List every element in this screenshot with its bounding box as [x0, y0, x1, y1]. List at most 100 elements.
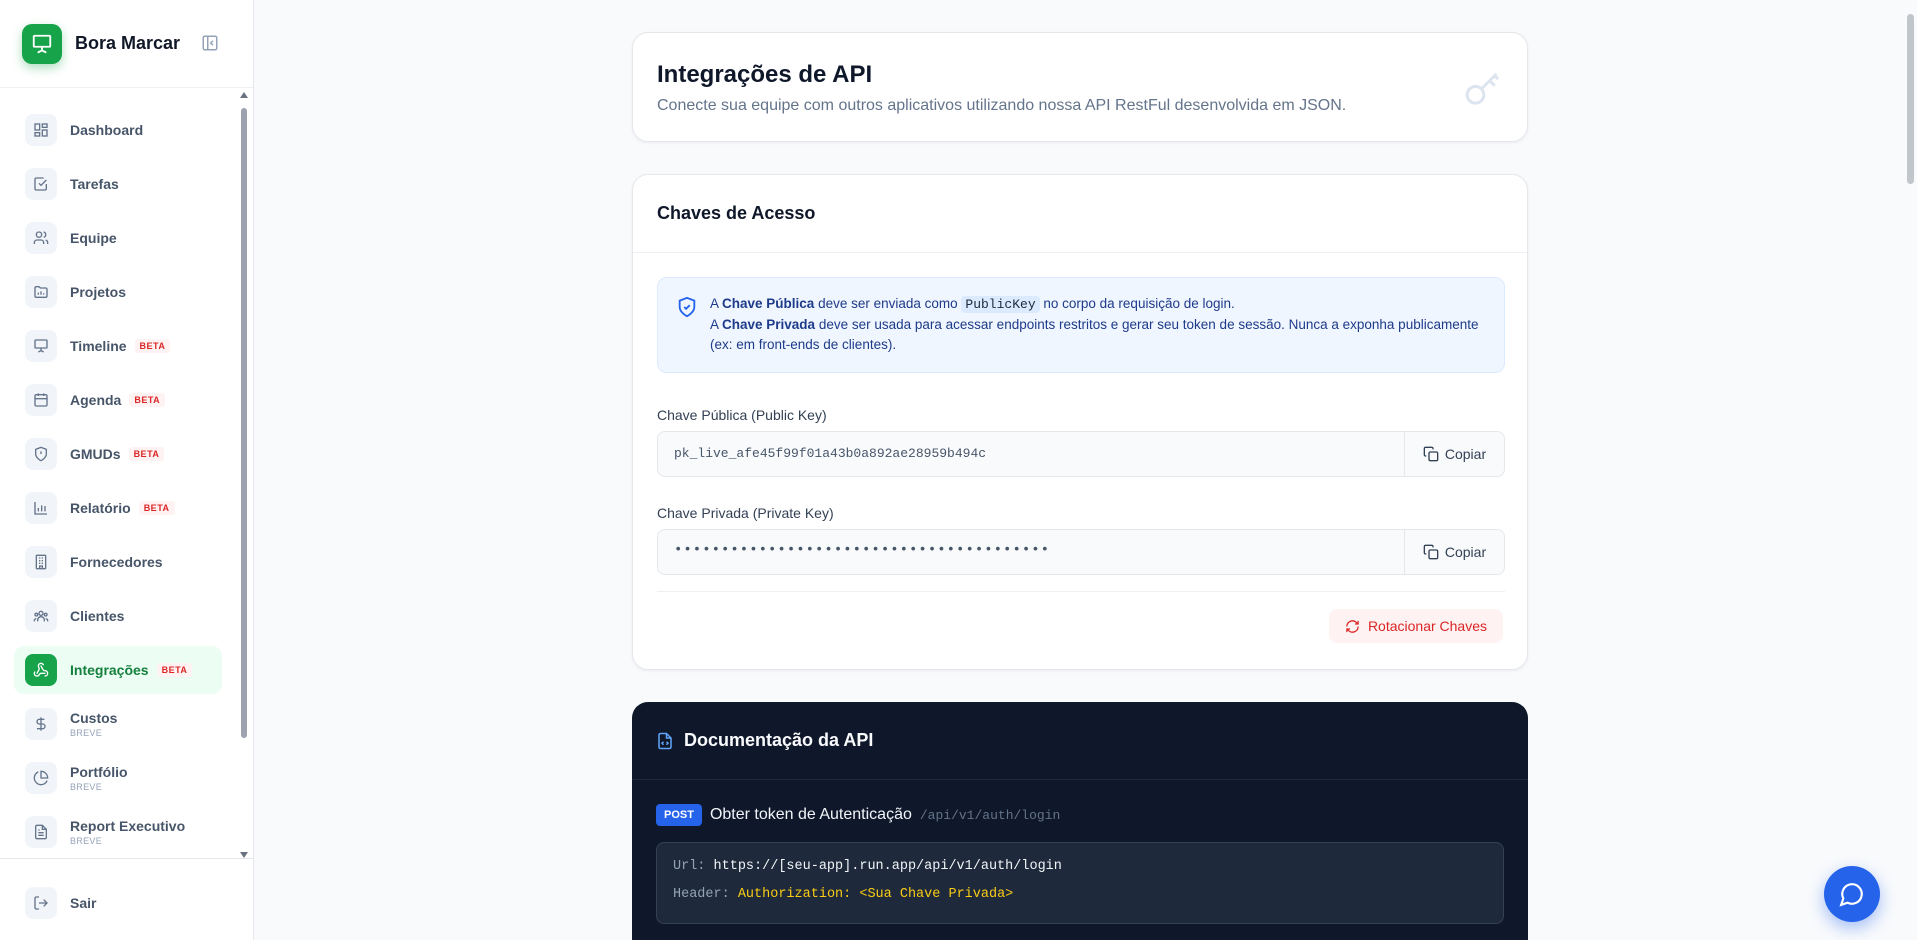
webhook-icon	[25, 654, 57, 686]
sidebar-item-label: GMUDs	[70, 446, 121, 462]
sidebar-item-label: Custos BREVE	[70, 710, 117, 738]
sidebar-item-equipe[interactable]: Equipe	[14, 214, 222, 262]
building-icon	[25, 546, 57, 578]
sidebar-item-label: Portfólio BREVE	[70, 764, 128, 792]
logout-label: Sair	[70, 895, 97, 911]
private-key-label: Chave Privada (Private Key)	[657, 505, 834, 521]
sidebar-item-label: Projetos	[70, 284, 127, 300]
sidebar-item-relatorio[interactable]: Relatório BETA	[14, 484, 222, 532]
public-key-term: Chave Pública	[722, 296, 815, 311]
presentation-icon	[25, 330, 57, 362]
beta-badge: BETA	[138, 501, 175, 515]
calendar-icon	[25, 384, 57, 416]
sidebar-item-tarefas[interactable]: Tarefas	[14, 160, 222, 208]
code-block: Url: https://[seu-app].run.app/api/v1/au…	[656, 842, 1504, 924]
sidebar-item-dashboard[interactable]: Dashboard	[14, 106, 222, 154]
logout-button[interactable]: Sair	[14, 879, 222, 927]
main-content: Integrações de API Conecte sua equipe co…	[254, 0, 1904, 940]
sidebar-item-clientes[interactable]: Clientes	[14, 592, 222, 640]
card-title: Chaves de Acesso	[657, 203, 816, 223]
sidebar-item-custos[interactable]: Custos BREVE	[14, 700, 222, 748]
endpoint-path: /api/v1/auth/login	[919, 807, 1061, 823]
copy-label: Copiar	[1444, 544, 1487, 560]
endpoint-title: Obter token de Autenticação	[709, 806, 912, 823]
logout-icon	[25, 887, 57, 919]
page-scroll-thumb[interactable]	[1907, 14, 1914, 184]
sidebar-item-title: Report Executivo	[70, 818, 186, 834]
checkbox-icon	[25, 168, 57, 200]
info-alert: A Chave Pública deve ser enviada como Pu…	[657, 277, 1505, 373]
info-text: A Chave Pública deve ser enviada como Pu…	[710, 294, 1480, 355]
beta-badge: BETA	[156, 663, 193, 677]
code-line-url: Url: https://[seu-app].run.app/api/v1/au…	[673, 859, 1062, 874]
divider	[657, 591, 1505, 592]
file-code-icon	[658, 732, 672, 749]
docs-header: Documentação da API	[632, 702, 1528, 780]
sidebar-item-label: Clientes	[70, 608, 125, 624]
page-scrollbar[interactable]	[1904, 0, 1917, 940]
copy-icon	[1423, 544, 1439, 560]
coming-soon-label: BREVE	[70, 836, 103, 846]
sidebar-item-label: Relatório	[70, 500, 131, 516]
presentation-logo-icon[interactable]	[22, 23, 62, 64]
public-key-field[interactable]: pk_live_afe45f99f01a43b0a892ae28959b494c…	[657, 431, 1505, 477]
dollar-icon	[25, 708, 57, 740]
copy-private-key-button[interactable]: Copiar	[1404, 530, 1504, 574]
sidebar-scroll-thumb[interactable]	[241, 108, 247, 738]
sidebar-item-fornecedores[interactable]: Fornecedores	[14, 538, 222, 586]
key-icon	[1463, 69, 1503, 114]
public-key-label: Chave Pública (Public Key)	[657, 407, 827, 423]
code-header-value: Authorization: <Sua Chave Privada>	[737, 887, 1014, 902]
sidebar-item-report-executivo[interactable]: Report Executivo BREVE	[14, 808, 222, 856]
public-key-value[interactable]: pk_live_afe45f99f01a43b0a892ae28959b494c	[674, 446, 986, 461]
beta-badge: BETA	[129, 393, 166, 407]
private-key-term: Chave Privada	[722, 317, 816, 332]
shield-check-icon	[676, 296, 698, 323]
chat-bubble-icon	[1839, 883, 1863, 907]
endpoint-row: POST Obter token de Autenticação /api/v1…	[656, 804, 1060, 826]
sidebar-nav: Dashboard Tarefas Equipe Projetos Timeli…	[0, 90, 240, 860]
pie-chart-icon	[25, 762, 57, 794]
docs-title: Documentação da API	[684, 730, 874, 750]
copy-public-key-button[interactable]: Copiar	[1404, 432, 1504, 476]
sidebar-item-label: Tarefas	[70, 176, 119, 192]
code-key: Header:	[673, 887, 730, 902]
http-method-badge: POST	[656, 804, 702, 826]
sidebar-item-label: Agenda	[70, 392, 122, 408]
sidebar: Bora Marcar Dashboard Tarefas Equipe Pro…	[0, 0, 254, 940]
publickey-code: PublicKey	[961, 296, 1040, 313]
info-text-segment: A	[710, 317, 723, 332]
rotate-keys-button[interactable]: Rotacionar Chaves	[1328, 609, 1503, 643]
brand-name: Bora Marcar	[75, 33, 181, 53]
info-text-segment: A	[710, 296, 723, 311]
sidebar-item-portfolio[interactable]: Portfólio BREVE	[14, 754, 222, 802]
sidebar-item-projetos[interactable]: Projetos	[14, 268, 222, 316]
api-docs-card: Documentação da API POST Obter token de …	[632, 702, 1528, 940]
sidebar-item-label: Timeline	[70, 338, 127, 354]
beta-badge: BETA	[134, 339, 171, 353]
sidebar-item-timeline[interactable]: Timeline BETA	[14, 322, 222, 370]
sidebar-item-agenda[interactable]: Agenda BETA	[14, 376, 222, 424]
file-text-icon	[25, 816, 57, 848]
sidebar-item-label: Integrações	[70, 662, 149, 678]
sidebar-collapse-icon[interactable]	[201, 34, 219, 52]
coming-soon-label: BREVE	[70, 728, 103, 738]
private-key-value[interactable]: ••••••••••••••••••••••••••••••••••••••••	[674, 542, 1050, 558]
coming-soon-label: BREVE	[70, 782, 103, 792]
info-text-segment: deve ser usada para acessar endpoints re…	[710, 317, 1479, 352]
users-icon	[25, 222, 57, 254]
beta-badge: BETA	[128, 447, 165, 461]
code-key: Url:	[673, 859, 706, 874]
card-header: Chaves de Acesso	[633, 175, 1527, 253]
sidebar-scrollbar[interactable]	[240, 90, 248, 860]
rotate-keys-label: Rotacionar Chaves	[1367, 618, 1487, 634]
sidebar-item-label: Fornecedores	[70, 554, 163, 570]
scroll-up-arrow-icon[interactable]	[240, 92, 248, 98]
sidebar-item-integracoes[interactable]: Integrações BETA	[14, 646, 222, 694]
private-key-field[interactable]: ••••••••••••••••••••••••••••••••••••••••…	[657, 529, 1505, 575]
info-text-segment: no corpo da requisição de login.	[1039, 296, 1235, 311]
sidebar-item-gmuds[interactable]: GMUDs BETA	[14, 430, 222, 478]
dashboard-grid-icon	[25, 114, 57, 146]
bar-chart-icon	[25, 492, 57, 524]
chat-button[interactable]	[1824, 866, 1880, 922]
